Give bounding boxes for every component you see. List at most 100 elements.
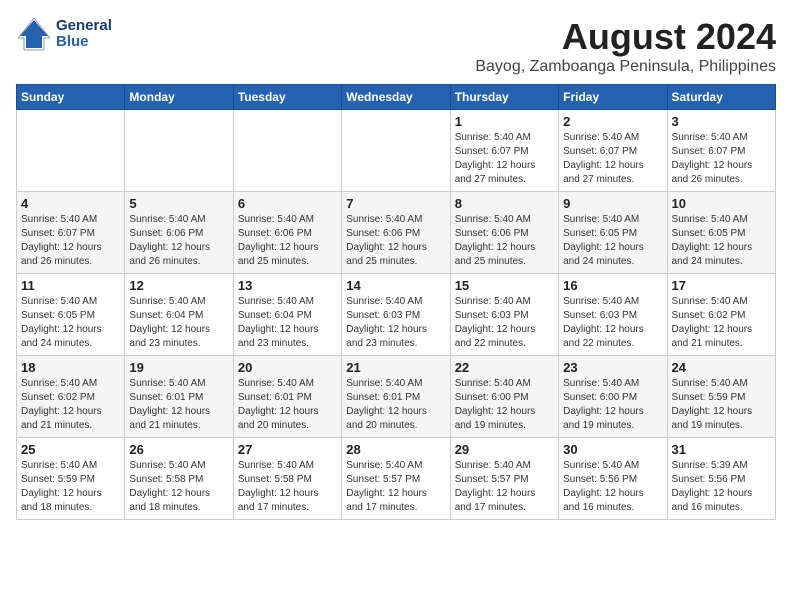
day-number: 30 bbox=[563, 442, 662, 457]
calendar-cell: 31 Sunrise: 5:39 AM Sunset: 5:56 PM Dayli… bbox=[667, 438, 775, 520]
day-number: 6 bbox=[238, 196, 337, 211]
day-number: 2 bbox=[563, 114, 662, 129]
calendar-cell: 12 Sunrise: 5:40 AM Sunset: 6:04 PM Dayli… bbox=[125, 274, 233, 356]
day-header-wednesday: Wednesday bbox=[342, 85, 450, 110]
day-number: 13 bbox=[238, 278, 337, 293]
day-info: Sunrise: 5:40 AM Sunset: 5:58 PM Dayligh… bbox=[238, 459, 337, 515]
calendar-week-row: 25 Sunrise: 5:40 AM Sunset: 5:59 PM Dayli… bbox=[17, 438, 776, 520]
day-info: Sunrise: 5:40 AM Sunset: 6:06 PM Dayligh… bbox=[346, 213, 445, 269]
day-info: Sunrise: 5:40 AM Sunset: 5:59 PM Dayligh… bbox=[672, 377, 771, 433]
calendar-cell: 1Sunrise: 5:40 AM Sunset: 6:07 PM Daylig… bbox=[450, 110, 558, 192]
calendar-cell bbox=[125, 110, 233, 192]
day-info: Sunrise: 5:40 AM Sunset: 6:01 PM Dayligh… bbox=[129, 377, 228, 433]
day-number: 16 bbox=[563, 278, 662, 293]
calendar-cell: 28Sunrise: 5:40 AM Sunset: 5:57 PM Dayli… bbox=[342, 438, 450, 520]
day-header-sunday: Sunday bbox=[17, 85, 125, 110]
day-info: Sunrise: 5:40 AM Sunset: 6:02 PM Dayligh… bbox=[672, 295, 771, 351]
calendar-cell: 9 Sunrise: 5:40 AM Sunset: 6:05 PM Daylig… bbox=[559, 192, 667, 274]
day-info: Sunrise: 5:40 AM Sunset: 6:01 PM Dayligh… bbox=[346, 377, 445, 433]
day-info: Sunrise: 5:40 AM Sunset: 6:03 PM Dayligh… bbox=[455, 295, 554, 351]
day-info: Sunrise: 5:40 AM Sunset: 6:07 PM Dayligh… bbox=[563, 131, 662, 187]
day-number: 17 bbox=[672, 278, 771, 293]
day-number: 15 bbox=[455, 278, 554, 293]
day-info: Sunrise: 5:40 AM Sunset: 5:56 PM Dayligh… bbox=[563, 459, 662, 515]
day-number: 12 bbox=[129, 278, 228, 293]
day-info: Sunrise: 5:40 AM Sunset: 6:04 PM Dayligh… bbox=[238, 295, 337, 351]
calendar-cell: 3Sunrise: 5:40 AM Sunset: 6:07 PM Daylig… bbox=[667, 110, 775, 192]
day-number: 31 bbox=[672, 442, 771, 457]
day-info: Sunrise: 5:40 AM Sunset: 6:04 PM Dayligh… bbox=[129, 295, 228, 351]
day-number: 10 bbox=[672, 196, 771, 211]
day-number: 24 bbox=[672, 360, 771, 375]
day-number: 21 bbox=[346, 360, 445, 375]
calendar-cell: 4Sunrise: 5:40 AM Sunset: 6:07 PM Daylig… bbox=[17, 192, 125, 274]
day-number: 26 bbox=[129, 442, 228, 457]
day-header-friday: Friday bbox=[559, 85, 667, 110]
day-header-monday: Monday bbox=[125, 85, 233, 110]
day-info: Sunrise: 5:40 AM Sunset: 6:05 PM Dayligh… bbox=[21, 295, 120, 351]
page-header: General Blue August 2024 Bayog, Zamboang… bbox=[16, 16, 776, 76]
calendar-week-row: 4Sunrise: 5:40 AM Sunset: 6:07 PM Daylig… bbox=[17, 192, 776, 274]
calendar-cell: 14 Sunrise: 5:40 AM Sunset: 6:03 PM Dayli… bbox=[342, 274, 450, 356]
day-number: 11 bbox=[21, 278, 120, 293]
day-number: 4 bbox=[21, 196, 120, 211]
calendar-header-row: SundayMondayTuesdayWednesdayThursdayFrid… bbox=[17, 85, 776, 110]
calendar-cell: 15 Sunrise: 5:40 AM Sunset: 6:03 PM Dayli… bbox=[450, 274, 558, 356]
logo-icon bbox=[16, 16, 52, 52]
day-number: 7 bbox=[346, 196, 445, 211]
day-info: Sunrise: 5:40 AM Sunset: 5:57 PM Dayligh… bbox=[346, 459, 445, 515]
day-info: Sunrise: 5:39 AM Sunset: 5:56 PM Dayligh… bbox=[672, 459, 771, 515]
calendar-cell bbox=[233, 110, 341, 192]
main-title: August 2024 bbox=[475, 16, 776, 58]
day-number: 20 bbox=[238, 360, 337, 375]
day-number: 22 bbox=[455, 360, 554, 375]
calendar-cell: 11 Sunrise: 5:40 AM Sunset: 6:05 PM Dayli… bbox=[17, 274, 125, 356]
title-block: August 2024 Bayog, Zamboanga Peninsula, … bbox=[475, 16, 776, 76]
day-number: 3 bbox=[672, 114, 771, 129]
day-info: Sunrise: 5:40 AM Sunset: 6:01 PM Dayligh… bbox=[238, 377, 337, 433]
calendar-cell: 16 Sunrise: 5:40 AM Sunset: 6:03 PM Dayli… bbox=[559, 274, 667, 356]
day-info: Sunrise: 5:40 AM Sunset: 6:07 PM Dayligh… bbox=[455, 131, 554, 187]
day-info: Sunrise: 5:40 AM Sunset: 6:06 PM Dayligh… bbox=[129, 213, 228, 269]
day-header-thursday: Thursday bbox=[450, 85, 558, 110]
calendar-cell: 19 Sunrise: 5:40 AM Sunset: 6:01 PM Dayli… bbox=[125, 356, 233, 438]
day-number: 5 bbox=[129, 196, 228, 211]
day-number: 18 bbox=[21, 360, 120, 375]
calendar-cell: 8Sunrise: 5:40 AM Sunset: 6:06 PM Daylig… bbox=[450, 192, 558, 274]
day-number: 14 bbox=[346, 278, 445, 293]
logo: General Blue bbox=[16, 16, 112, 52]
day-header-tuesday: Tuesday bbox=[233, 85, 341, 110]
calendar-table: SundayMondayTuesdayWednesdayThursdayFrid… bbox=[16, 84, 776, 520]
day-number: 25 bbox=[21, 442, 120, 457]
calendar-week-row: 18 Sunrise: 5:40 AM Sunset: 6:02 PM Dayli… bbox=[17, 356, 776, 438]
day-number: 23 bbox=[563, 360, 662, 375]
day-info: Sunrise: 5:40 AM Sunset: 5:59 PM Dayligh… bbox=[21, 459, 120, 515]
calendar-cell: 23 Sunrise: 5:40 AM Sunset: 6:00 PM Dayli… bbox=[559, 356, 667, 438]
day-number: 9 bbox=[563, 196, 662, 211]
calendar-cell: 6 Sunrise: 5:40 AM Sunset: 6:06 PM Daylig… bbox=[233, 192, 341, 274]
day-info: Sunrise: 5:40 AM Sunset: 6:00 PM Dayligh… bbox=[455, 377, 554, 433]
calendar-cell: 13 Sunrise: 5:40 AM Sunset: 6:04 PM Dayli… bbox=[233, 274, 341, 356]
calendar-cell: 27Sunrise: 5:40 AM Sunset: 5:58 PM Dayli… bbox=[233, 438, 341, 520]
day-info: Sunrise: 5:40 AM Sunset: 6:00 PM Dayligh… bbox=[563, 377, 662, 433]
calendar-cell: 21 Sunrise: 5:40 AM Sunset: 6:01 PM Dayli… bbox=[342, 356, 450, 438]
calendar-cell: 18 Sunrise: 5:40 AM Sunset: 6:02 PM Dayli… bbox=[17, 356, 125, 438]
day-number: 29 bbox=[455, 442, 554, 457]
calendar-cell: 24 Sunrise: 5:40 AM Sunset: 5:59 PM Dayli… bbox=[667, 356, 775, 438]
calendar-cell: 17 Sunrise: 5:40 AM Sunset: 6:02 PM Dayli… bbox=[667, 274, 775, 356]
calendar-cell: 2 Sunrise: 5:40 AM Sunset: 6:07 PM Daylig… bbox=[559, 110, 667, 192]
calendar-week-row: 1Sunrise: 5:40 AM Sunset: 6:07 PM Daylig… bbox=[17, 110, 776, 192]
calendar-cell: 26Sunrise: 5:40 AM Sunset: 5:58 PM Dayli… bbox=[125, 438, 233, 520]
day-info: Sunrise: 5:40 AM Sunset: 6:03 PM Dayligh… bbox=[346, 295, 445, 351]
day-info: Sunrise: 5:40 AM Sunset: 6:06 PM Dayligh… bbox=[238, 213, 337, 269]
calendar-cell: 29 Sunrise: 5:40 AM Sunset: 5:57 PM Dayli… bbox=[450, 438, 558, 520]
day-info: Sunrise: 5:40 AM Sunset: 6:05 PM Dayligh… bbox=[563, 213, 662, 269]
day-info: Sunrise: 5:40 AM Sunset: 6:03 PM Dayligh… bbox=[563, 295, 662, 351]
day-number: 8 bbox=[455, 196, 554, 211]
calendar-cell: 20 Sunrise: 5:40 AM Sunset: 6:01 PM Dayli… bbox=[233, 356, 341, 438]
day-info: Sunrise: 5:40 AM Sunset: 5:57 PM Dayligh… bbox=[455, 459, 554, 515]
calendar-cell: 5 Sunrise: 5:40 AM Sunset: 6:06 PM Daylig… bbox=[125, 192, 233, 274]
day-number: 19 bbox=[129, 360, 228, 375]
calendar-cell: 30 Sunrise: 5:40 AM Sunset: 5:56 PM Dayli… bbox=[559, 438, 667, 520]
day-info: Sunrise: 5:40 AM Sunset: 6:02 PM Dayligh… bbox=[21, 377, 120, 433]
